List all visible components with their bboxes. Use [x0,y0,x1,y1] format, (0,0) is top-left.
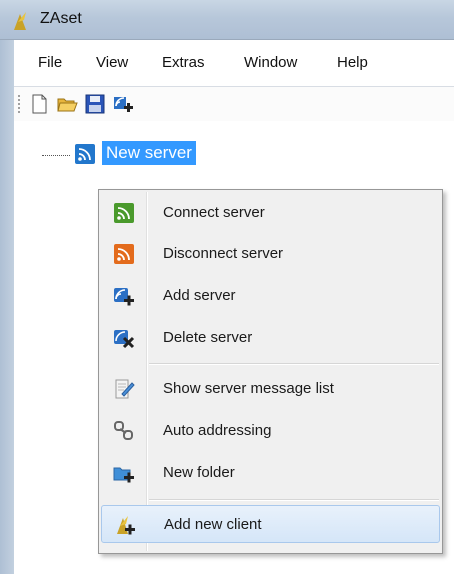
menu-item-disconnect-server[interactable]: Disconnect server [101,235,440,273]
add-client-icon [117,516,135,535]
auto-addressing-icon [114,421,133,440]
message-list-icon [115,379,135,399]
save-icon[interactable] [84,93,106,115]
menu-item-label: Add new client [164,516,262,533]
menu-help[interactable]: Help [337,54,368,71]
menu-bar: File View Extras Window Help [14,40,454,87]
app-icon [14,12,26,30]
menu-item-connect-server[interactable]: Connect server [101,194,440,232]
menu-item-label: Disconnect server [163,245,284,262]
menu-extras[interactable]: Extras [162,54,205,71]
delete-server-icon [114,330,135,349]
toolbar-grip[interactable] [18,95,23,113]
menu-file[interactable]: File [38,54,62,71]
add-server-icon [114,288,134,306]
window-title: ZAset [40,10,82,27]
menu-item-label: Delete server [163,329,253,346]
context-menu: Connect server Disconnect server Add ser… [98,189,443,554]
menu-separator [149,499,439,501]
menu-window[interactable]: Window [244,54,297,71]
menu-item-show-message-list[interactable]: Show server message list [101,370,440,408]
menu-item-auto-addressing[interactable]: Auto addressing [101,412,440,450]
connect-server-icon [114,203,134,223]
menu-item-label: Show server message list [163,380,334,397]
window-frame [0,40,14,574]
tree-connector [42,155,70,156]
server-icon [75,144,95,164]
menu-item-add-server[interactable]: Add server [101,277,440,315]
toolbar [14,87,454,121]
menu-item-add-new-client[interactable]: Add new client [101,505,440,543]
tree-node-new-server[interactable]: New server [102,141,196,165]
title-bar: ZAset [0,0,454,40]
add-server-icon[interactable] [112,93,134,115]
menu-item-label: New folder [163,464,235,481]
menu-view[interactable]: View [96,54,128,71]
menu-item-label: Auto addressing [163,422,272,439]
menu-item-new-folder[interactable]: New folder [101,454,440,492]
open-folder-icon[interactable] [56,93,78,115]
new-document-icon[interactable] [28,93,50,115]
menu-item-label: Add server [163,287,236,304]
menu-separator [149,363,439,365]
menu-item-delete-server[interactable]: Delete server [101,319,440,357]
disconnect-server-icon [114,244,134,264]
menu-item-label: Connect server [163,204,265,221]
new-folder-icon [113,467,134,483]
